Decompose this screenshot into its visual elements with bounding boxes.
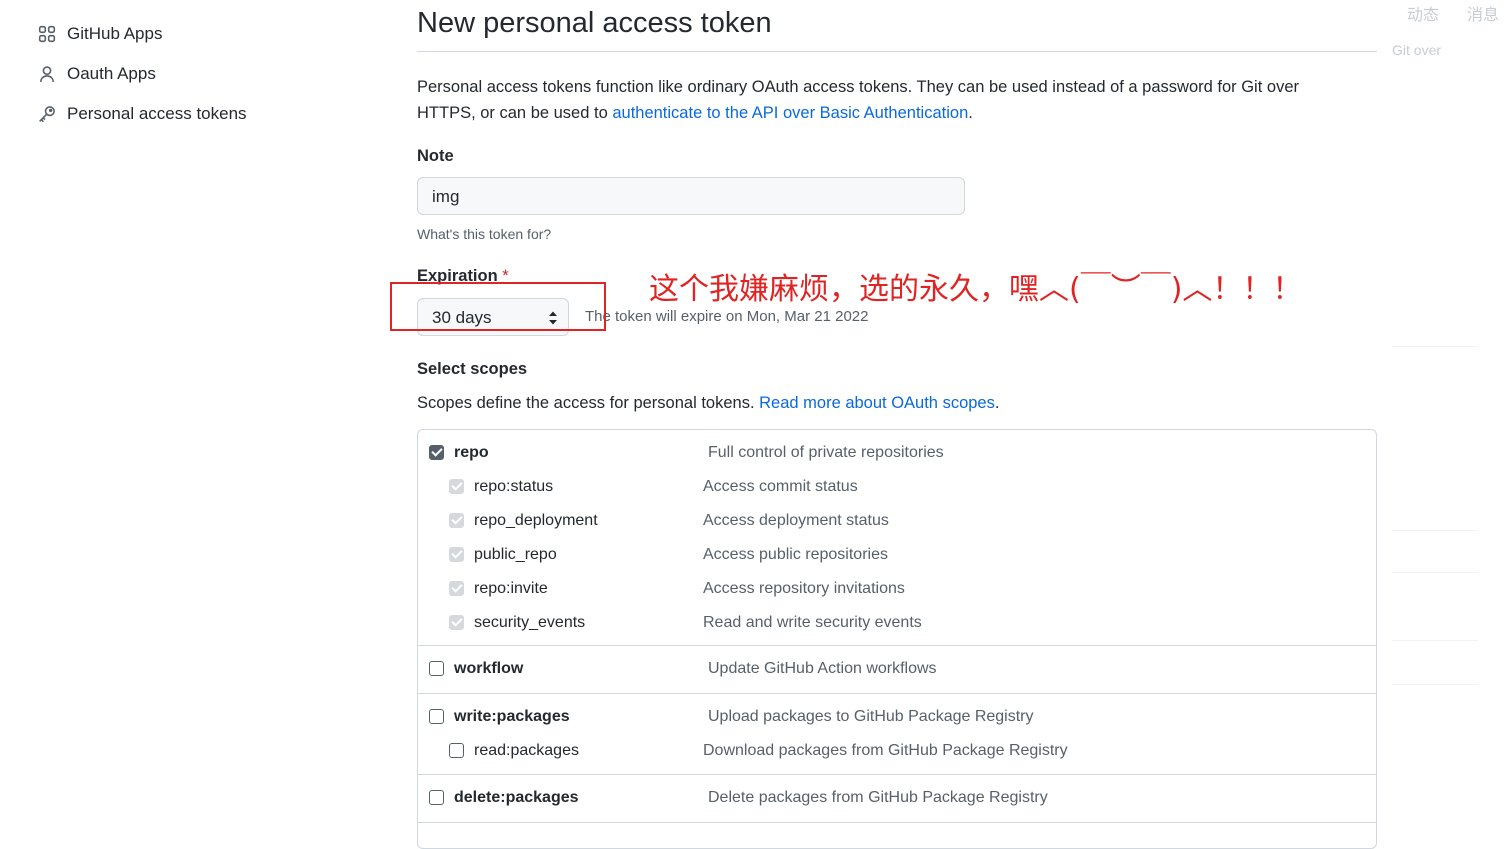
main-content: New personal access token Personal acces… — [417, 0, 1377, 849]
scope-name: repo:status — [474, 478, 554, 495]
scope-checkbox-write-packages[interactable] — [429, 709, 444, 724]
scope-row-repo-deployment: repo_deployment Access deployment status — [418, 506, 1376, 540]
scope-checkbox-security-events[interactable] — [449, 615, 464, 630]
annotation-text: 这个我嫌麻烦，选的永久，嘿︿(￣︶￣)︿！！！ — [649, 272, 1303, 307]
page-title: New personal access token — [417, 7, 772, 39]
scope-checkbox-delete-packages[interactable] — [429, 790, 444, 805]
faded-divider — [1392, 530, 1478, 531]
faded-divider — [1392, 346, 1478, 347]
scope-name: repo — [454, 444, 489, 461]
intro-paragraph: Personal access tokens function like ord… — [417, 74, 1357, 126]
faded-nav-dongtai: 动态 — [1407, 7, 1440, 24]
annotation-highlight-box — [390, 282, 606, 331]
scope-row-delete-packages: delete:packages Delete packages from Git… — [418, 783, 1376, 817]
scopes-list: repo Full control of private repositorie… — [417, 429, 1377, 849]
scope-desc: Access commit status — [703, 478, 858, 495]
scope-desc: Delete packages from GitHub Package Regi… — [708, 789, 1048, 806]
scope-row-repo-status: repo:status Access commit status — [418, 472, 1376, 506]
scope-checkbox-repo-invite[interactable] — [449, 581, 464, 596]
scope-group-write-packages: write:packages Upload packages to GitHub… — [418, 694, 1376, 775]
scope-desc: Read and write security events — [703, 614, 922, 631]
sidebar-item-github-apps[interactable]: GitHub Apps — [36, 14, 336, 54]
scope-name: public_repo — [474, 546, 557, 563]
scope-desc: Full control of private repositories — [708, 444, 944, 461]
scope-name: write:packages — [454, 708, 570, 725]
scopes-desc-text: Scopes define the access for personal to… — [417, 394, 760, 412]
scope-checkbox-repo[interactable] — [429, 445, 444, 460]
scope-desc: Access repository invitations — [703, 580, 905, 597]
sidebar-item-label: Personal access tokens — [67, 104, 247, 123]
scope-row-workflow: workflow Update GitHub Action workflows — [418, 654, 1376, 688]
scope-row-repo-invite: repo:invite Access repository invitation… — [418, 574, 1376, 608]
scope-row-public-repo: public_repo Access public repositories — [418, 540, 1376, 574]
scope-desc: Upload packages to GitHub Package Regist… — [708, 708, 1034, 725]
scopes-desc-end: . — [994, 394, 1000, 412]
scope-name: repo_deployment — [474, 512, 598, 529]
scope-name: repo:invite — [474, 580, 548, 597]
faded-nav-xiaoxi: 消息 — [1467, 7, 1500, 24]
faded-fragment: Git over — [1392, 42, 1442, 58]
scope-desc: Access deployment status — [703, 512, 889, 529]
title-divider — [417, 51, 1377, 52]
scope-row-security-events: security_events Read and write security … — [418, 608, 1376, 642]
scope-checkbox-public-repo[interactable] — [449, 547, 464, 562]
person-icon — [36, 63, 58, 85]
faded-divider — [1392, 684, 1478, 685]
scope-group-delete-packages: delete:packages Delete packages from Git… — [418, 775, 1376, 823]
scope-name: delete:packages — [454, 789, 579, 806]
sidebar-item-label: GitHub Apps — [67, 24, 163, 43]
scope-row-repo: repo Full control of private repositorie… — [418, 438, 1376, 472]
scope-name: read:packages — [474, 742, 579, 759]
scope-name: workflow — [454, 660, 524, 677]
scope-name: security_events — [474, 614, 586, 631]
settings-sidebar: GitHub Apps Oauth Apps Personal access t… — [36, 14, 336, 134]
scopes-label: Select scopes — [417, 360, 528, 378]
faded-divider — [1392, 640, 1478, 641]
scope-group-repo: repo Full control of private repositorie… — [418, 430, 1376, 646]
sidebar-item-personal-access-tokens[interactable]: Personal access tokens — [36, 94, 336, 134]
scope-row-write-packages: write:packages Upload packages to GitHub… — [418, 702, 1376, 736]
scope-checkbox-read-packages[interactable] — [449, 743, 464, 758]
faded-divider — [1392, 572, 1478, 573]
intro-end: . — [968, 104, 973, 122]
scope-desc: Update GitHub Action workflows — [708, 660, 937, 677]
basic-auth-link[interactable]: authenticate to the API over Basic Authe… — [612, 104, 968, 122]
oauth-scopes-link[interactable]: Read more about OAuth scopes — [759, 394, 995, 412]
sidebar-item-oauth-apps[interactable]: Oauth Apps — [36, 54, 336, 94]
note-input[interactable]: img — [417, 177, 965, 215]
scope-checkbox-repo-status[interactable] — [449, 479, 464, 494]
note-label: Note — [417, 147, 454, 165]
scopes-description: Scopes define the access for personal to… — [417, 394, 999, 413]
scope-group-workflow: workflow Update GitHub Action workflows — [418, 646, 1376, 694]
scope-row-read-packages: read:packages Download packages from Git… — [418, 736, 1376, 770]
scope-checkbox-workflow[interactable] — [429, 661, 444, 676]
sidebar-item-label: Oauth Apps — [67, 64, 156, 83]
key-icon — [36, 103, 58, 125]
scope-desc: Access public repositories — [703, 546, 888, 563]
expiration-note: The token will expire on Mon, Mar 21 202… — [585, 308, 869, 325]
scope-desc: Download packages from GitHub Package Re… — [703, 742, 1068, 759]
note-hint: What's this token for? — [417, 226, 552, 242]
apps-grid-icon — [36, 23, 58, 45]
scope-checkbox-repo-deployment[interactable] — [449, 513, 464, 528]
